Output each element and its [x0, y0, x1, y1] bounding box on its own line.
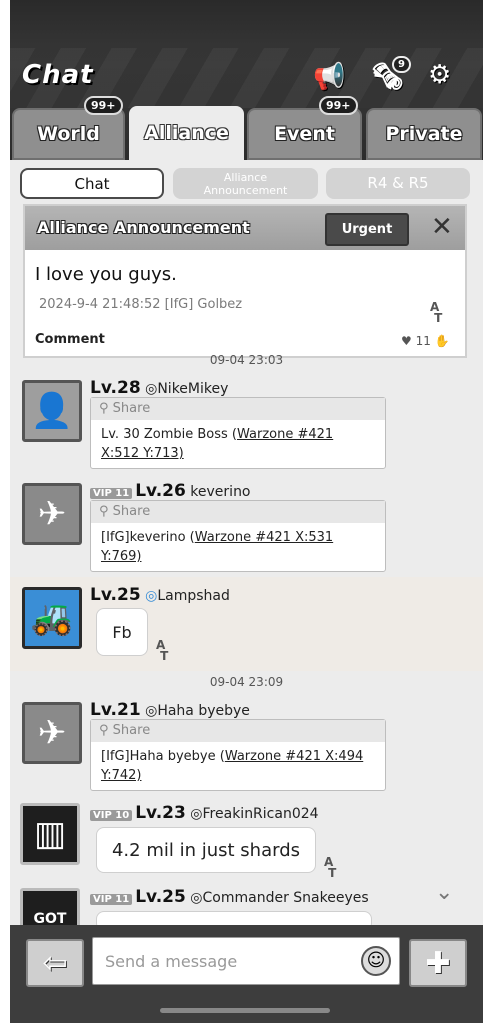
back-button[interactable]: ⇦	[26, 939, 84, 987]
announcement-title: Alliance Announcement	[37, 218, 250, 237]
tab-world[interactable]: World	[12, 108, 125, 160]
avatar[interactable]: ✈	[22, 483, 82, 545]
reactions: ♥ 11 ✋	[401, 334, 450, 348]
timestamp: 09-04 23:03	[209, 353, 284, 367]
location-icon: ⚲	[99, 401, 109, 416]
add-button[interactable]: ✚	[409, 939, 467, 987]
location-icon: ⚲	[99, 504, 109, 519]
chat-bubble[interactable]: Fb	[96, 608, 148, 656]
username: Lv.21 ◎Haha byebye	[90, 700, 250, 720]
avatar[interactable]: ▥	[20, 803, 80, 865]
share-message[interactable]: ⚲ Share Lv. 30 Zombie Boss (Warzone #421…	[90, 397, 386, 469]
chevron-down-icon[interactable]: ⌄	[435, 880, 453, 905]
world-unread-badge: 99+	[84, 96, 123, 115]
page-title: Chat	[22, 60, 94, 90]
chat-footer: ⇦ Send a message ☺ ✚	[10, 925, 483, 1023]
location-icon: ⚲	[99, 723, 109, 738]
megaphone-add-icon[interactable]: 📢	[313, 62, 345, 92]
message-input[interactable]: Send a message ☺	[92, 937, 400, 985]
subtab-r4r5[interactable]: R4 & R5	[326, 168, 470, 199]
subtab-chat[interactable]: Chat	[20, 168, 164, 199]
username: VIP 11 Lv.26 keverino	[90, 481, 251, 501]
timestamp: 09-04 23:09	[209, 675, 284, 689]
chat-bubble[interactable]: 4.2 mil in just shards	[96, 827, 316, 873]
announcement-meta: 2024-9-4 21:48:52 [IfG] Golbez	[39, 297, 243, 312]
translate-icon[interactable]: A T	[324, 856, 336, 879]
avatar[interactable]: 🚜	[22, 587, 82, 649]
announcement-card: Alliance Announcement Urgent ✕ I love yo…	[23, 204, 467, 358]
subtab-announcement[interactable]: Alliance Announcement	[173, 168, 318, 199]
username: Lv.25 ◎Lampshad	[90, 585, 230, 605]
heart-icon[interactable]: ♥	[401, 334, 412, 348]
username: VIP 11 Lv.25 ◎Commander Snakeeyes	[90, 887, 369, 907]
username: Lv.28 ◎NikeMikey	[90, 378, 229, 398]
close-icon[interactable]: ✕	[431, 214, 453, 240]
tab-private[interactable]: Private	[366, 108, 482, 160]
avatar[interactable]: 👤	[22, 380, 82, 442]
gear-icon[interactable]: ⚙	[428, 60, 451, 90]
announcement-message: I love you guys.	[35, 264, 177, 285]
share-message[interactable]: ⚲ Share [IfG]keverino (Warzone #421 X:53…	[90, 500, 386, 572]
translate-icon[interactable]: A T	[156, 639, 168, 662]
event-unread-badge: 99+	[319, 96, 358, 115]
mail-badge: 9	[392, 56, 411, 73]
chat-screen: Chat 📢 🗞 9 ⚙ World 99+ Alliance Event 99…	[10, 0, 483, 1023]
avatar[interactable]: ✈	[22, 702, 82, 764]
comment-button[interactable]: Comment	[35, 332, 105, 347]
tab-event[interactable]: Event	[247, 108, 362, 160]
home-indicator	[160, 1008, 330, 1013]
emoji-icon[interactable]: ☺	[361, 946, 391, 976]
translate-icon[interactable]: A T	[430, 301, 442, 324]
share-message[interactable]: ⚲ Share [IfG]Haha byebye (Warzone #421 X…	[90, 719, 386, 791]
username: VIP 10 Lv.23 ◎FreakinRican024	[90, 803, 319, 823]
thumbs-down-icon[interactable]: ✋	[435, 334, 450, 348]
tab-alliance[interactable]: Alliance	[129, 106, 244, 160]
urgent-button[interactable]: Urgent	[325, 213, 409, 246]
